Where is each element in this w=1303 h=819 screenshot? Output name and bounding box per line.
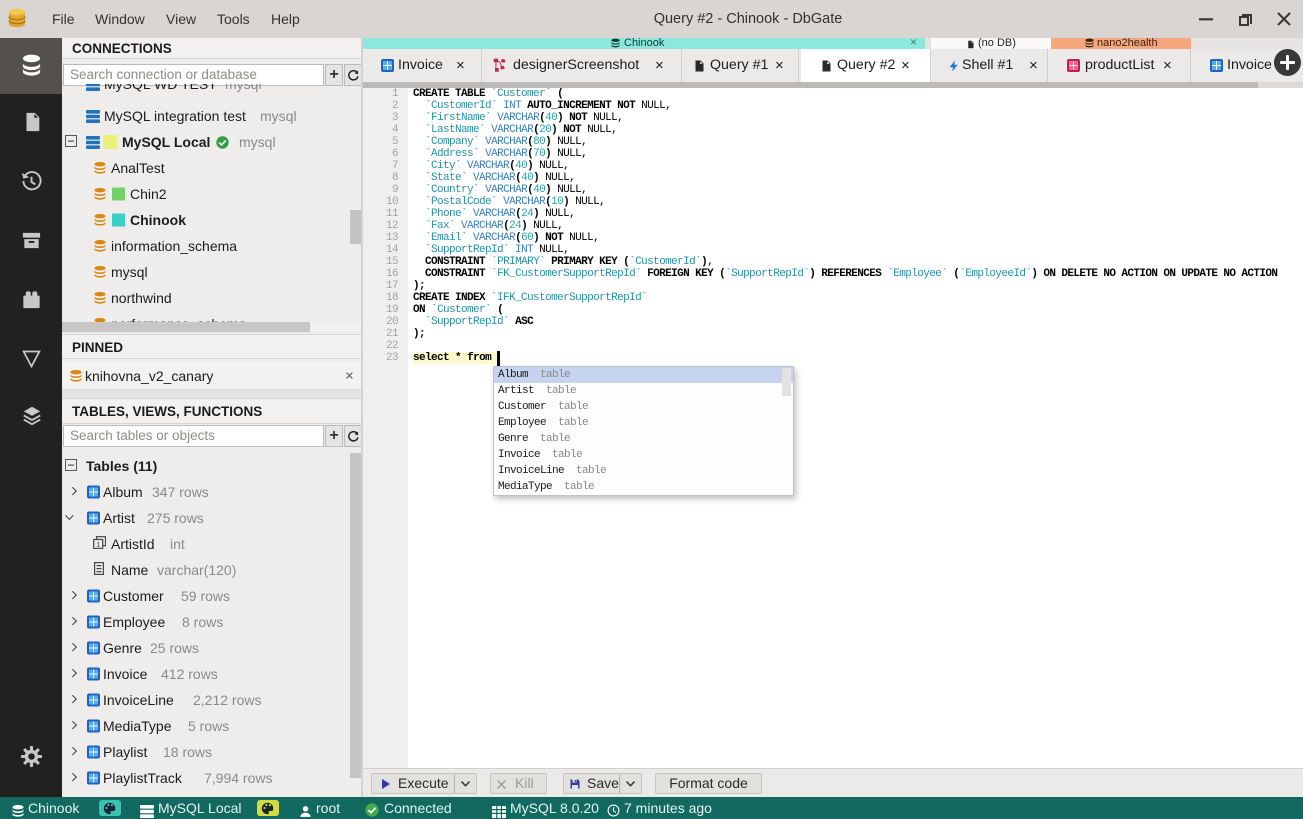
svg-text:1: 1 xyxy=(96,540,100,549)
